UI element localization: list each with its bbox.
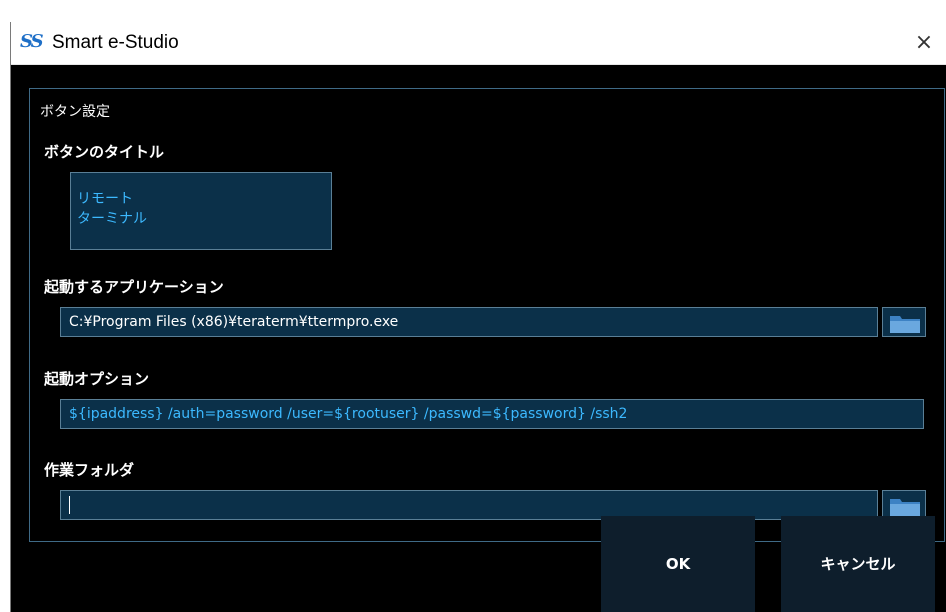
button-title-line-1: リモート (77, 191, 133, 207)
workdir-label: 作業フォルダ (44, 461, 135, 479)
group-title: ボタン設定 (40, 104, 110, 120)
top-strip (0, 0, 946, 22)
cancel-button[interactable]: キャンセル (781, 516, 935, 612)
close-button[interactable]: × (901, 22, 946, 64)
folder-icon (890, 316, 920, 333)
application-path-input[interactable]: C:¥Program Files (x86)¥teraterm¥ttermpro… (60, 307, 878, 337)
workdir-input[interactable] (60, 490, 878, 520)
folder-icon (890, 499, 920, 516)
application-label: 起動するアプリケーション (44, 278, 224, 296)
text-caret (69, 496, 70, 514)
dialog-window: SS Smart e-Studio × ボタン設定 ボタンのタイトル リモート … (10, 22, 946, 612)
application-browse-button[interactable] (882, 307, 926, 337)
options-label: 起動オプション (44, 370, 150, 388)
app-logo-icon: SS (20, 31, 44, 52)
title-bar: SS Smart e-Studio × (11, 22, 946, 65)
button-title-line-2: ターミナル (77, 211, 147, 227)
button-settings-group: ボタン設定 ボタンのタイトル リモート ターミナル 起動するアプリケーション C… (29, 88, 945, 542)
button-title-field[interactable]: リモート ターミナル (70, 172, 332, 250)
options-input[interactable]: ${ipaddress} /auth=password /user=${root… (60, 399, 924, 429)
ok-button[interactable]: OK (601, 516, 755, 612)
window-title: Smart e-Studio (52, 32, 179, 53)
button-title-label: ボタンのタイトル (44, 143, 165, 161)
button-title-text: リモート ターミナル (71, 189, 147, 229)
